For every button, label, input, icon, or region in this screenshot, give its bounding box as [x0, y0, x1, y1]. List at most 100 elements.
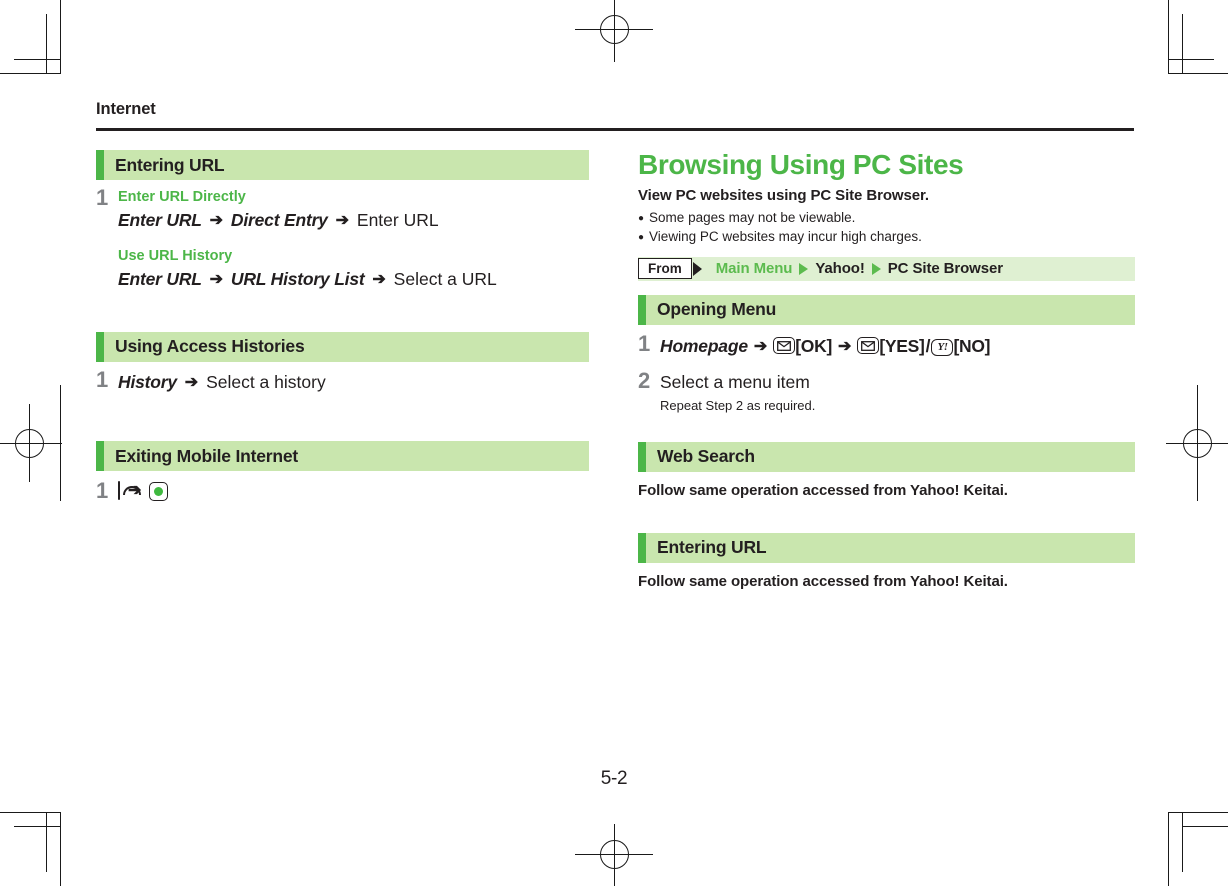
section-title: Using Access Histories — [115, 336, 305, 357]
mail-key-icon — [857, 337, 880, 356]
breadcrumb: Main Menu Yahoo! PC Site Browser — [716, 260, 1003, 277]
step-number: 2 — [638, 368, 651, 394]
arrow-icon: ➔ — [128, 482, 142, 500]
step-group-label: Use URL History — [118, 247, 233, 264]
registration-mark-top — [575, 0, 653, 62]
step-row: 2 Select a menu item Repeat Step 2 as re… — [638, 369, 1135, 415]
crop-mark-top-right-vertical — [1168, 0, 1169, 74]
key-label-yes: [YES] — [879, 336, 925, 357]
arrow-icon: ➔ — [838, 337, 852, 355]
step-row: 1 History ➔ Select a history — [96, 368, 589, 395]
section-title: Entering URL — [115, 154, 225, 175]
operation-final: Select a URL — [393, 268, 497, 289]
left-column: Entering URL 1 Enter URL Directly Enter … — [96, 150, 589, 502]
section-header-web-search: Web Search — [638, 441, 1135, 472]
step-text: Select a menu item — [660, 372, 810, 393]
bullet-list: ● Some pages may not be viewable. ● View… — [638, 208, 1135, 247]
section-accent-bar — [96, 331, 104, 362]
list-item: ● Viewing PC websites may incur high cha… — [638, 227, 1135, 247]
operation-final: Select a history — [206, 371, 326, 392]
arrow-icon: ➔ — [335, 211, 350, 229]
bullet-text: Some pages may not be viewable. — [649, 209, 856, 225]
from-navigation-strip: From Main Menu Yahoo! PC Site Browser — [638, 256, 1135, 281]
key-label-separator: / — [925, 336, 931, 357]
step-row: 1 Homepage ➔ [OK] ➔ [YES] / Y! [NO] — [638, 332, 1135, 359]
page-title: Internet — [96, 100, 156, 118]
breadcrumb-item-main-menu: Main Menu — [715, 260, 793, 278]
section-title: Entering URL — [657, 537, 767, 558]
key-sequence: ➔ — [118, 481, 589, 501]
crop-mark-top-left-inner-horizontal — [14, 59, 60, 60]
operation-line: Enter URL ➔ URL History List ➔ Select a … — [118, 267, 589, 292]
section-accent-bar — [638, 441, 646, 472]
step-row: 1 Enter URL Directly Enter URL ➔ Direct … — [96, 186, 589, 292]
operation-line: Enter URL ➔ Direct Entry ➔ Enter URL — [118, 208, 589, 233]
step-group: Use URL History Enter URL ➔ URL History … — [118, 247, 589, 292]
bullet-dot-icon: ● — [638, 212, 645, 224]
menu-item: URL History List — [230, 268, 365, 289]
breadcrumb-item-yahoo: Yahoo! — [815, 260, 865, 278]
arrow-icon: ➔ — [209, 211, 224, 229]
from-chip-label: From — [638, 258, 692, 280]
crop-mark-top-right-inner-horizontal — [1168, 59, 1214, 60]
breadcrumb-separator-icon — [871, 262, 881, 275]
center-key-dot — [154, 486, 164, 496]
operation-final: Enter URL — [356, 209, 439, 230]
menu-item: Enter URL — [118, 268, 202, 289]
bullet-text: Viewing PC websites may incur high charg… — [649, 229, 922, 245]
step-note: Repeat Step 2 as required. — [660, 398, 816, 414]
operation-line: Homepage ➔ [OK] ➔ [YES] / Y! [NO] — [660, 334, 1135, 359]
section-header-entering-url-pc: Entering URL — [638, 532, 1135, 563]
step-group-label: Enter URL Directly — [118, 189, 246, 205]
mail-key-icon — [773, 337, 796, 356]
section-body-text: Follow same operation accessed from Yaho… — [638, 572, 1008, 590]
crop-mark-top-right-inner-vertical — [1182, 14, 1183, 74]
step-body: Select a menu item Repeat Step 2 as requ… — [660, 369, 1135, 415]
crop-mark-top-left-vertical — [60, 0, 61, 74]
section-accent-bar — [96, 150, 104, 180]
step-body: ➔ — [118, 479, 589, 501]
step-number: 1 — [96, 366, 109, 392]
menu-item: Enter URL — [118, 209, 202, 230]
right-column: Browsing Using PC Sites View PC websites… — [638, 149, 1135, 590]
crop-mark-bottom-right-inner-horizontal — [1182, 826, 1228, 827]
section-accent-bar — [638, 294, 646, 325]
bleed-guide-left — [60, 385, 61, 501]
group-gap — [118, 233, 589, 247]
chapter-title: Browsing Using PC Sites — [638, 149, 964, 180]
section-accent-bar — [96, 441, 104, 472]
crop-mark-bottom-left-inner-horizontal — [14, 826, 60, 827]
header-rule — [96, 128, 1134, 131]
menu-item: Homepage — [660, 335, 748, 356]
step-body: Enter URL Directly Enter URL ➔ Direct En… — [118, 186, 589, 292]
center-key-icon — [149, 481, 169, 501]
step-number: 1 — [638, 330, 651, 356]
section-header-opening-menu: Opening Menu — [638, 294, 1135, 325]
arrow-icon: ➔ — [209, 270, 224, 288]
crop-mark-bottom-right-vertical — [1168, 812, 1169, 886]
crop-mark-bottom-left-vertical — [60, 812, 61, 886]
step-body: Homepage ➔ [OK] ➔ [YES] / Y! [NO] — [660, 332, 1135, 359]
menu-item-wrap: Homepage — [660, 334, 748, 359]
section-body-text: Follow same operation accessed from Yaho… — [638, 481, 1008, 499]
step-number: 1 — [96, 478, 109, 504]
section-accent-bar — [638, 532, 646, 563]
menu-item: Direct Entry — [230, 209, 328, 230]
crop-mark-bottom-left-horizontal — [0, 812, 60, 813]
registration-mark-left — [0, 404, 62, 482]
key-label-no: [NO] — [953, 336, 991, 357]
list-item: ● Some pages may not be viewable. — [638, 208, 1135, 228]
section-header-using-access-histories: Using Access Histories — [96, 331, 589, 362]
operation-line: History ➔ Select a history — [118, 370, 589, 395]
bullet-dot-icon: ● — [638, 232, 645, 244]
from-chip-arrow-icon — [692, 261, 702, 276]
section-header-entering-url: Entering URL — [96, 150, 589, 180]
crop-mark-top-left-inner-vertical — [46, 14, 47, 74]
registration-mark-bottom — [575, 824, 653, 886]
arrow-icon: ➔ — [372, 270, 386, 288]
section-title: Exiting Mobile Internet — [115, 445, 299, 466]
